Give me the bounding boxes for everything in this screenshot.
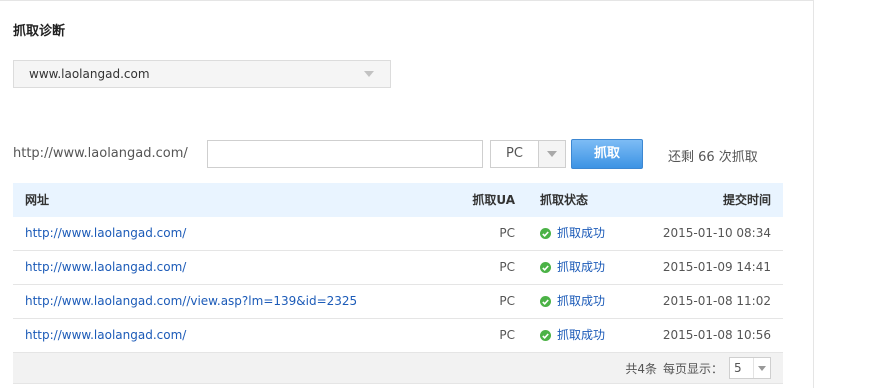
row-time: 2015-01-10 08:34 xyxy=(662,226,771,240)
total-count: 共4条 xyxy=(625,361,657,376)
ua-select[interactable]: PC xyxy=(490,140,566,168)
remaining-quota: 还剩 66 次抓取 xyxy=(668,150,758,165)
header-ua: 抓取UA xyxy=(472,193,515,207)
header-status: 抓取状态 xyxy=(540,193,589,207)
header-time: 提交时间 xyxy=(722,193,771,207)
row-time: 2015-01-09 14:41 xyxy=(662,260,771,274)
row-ua: PC xyxy=(499,328,515,342)
pager: 共4条 每页显示： 5 xyxy=(625,357,771,379)
check-circle-icon xyxy=(540,228,551,239)
row-url-link[interactable]: http://www.laolangad.com/ xyxy=(25,251,186,284)
row-status: 抓取成功 xyxy=(540,251,605,284)
row-url-link[interactable]: http://www.laolangad.com//view.asp?lm=13… xyxy=(25,285,357,318)
content-right-border xyxy=(813,0,814,388)
ua-select-value: PC xyxy=(491,141,539,167)
table-row: http://www.laolangad.com/ PC 抓取成功 2015-0… xyxy=(13,251,783,285)
row-url-link[interactable]: http://www.laolangad.com/ xyxy=(25,319,186,352)
fetch-history-table: 网址 抓取UA 抓取状态 提交时间 http://www.laolangad.c… xyxy=(13,183,783,384)
table-row: http://www.laolangad.com/ PC 抓取成功 2015-0… xyxy=(13,319,783,353)
chevron-down-icon xyxy=(364,71,374,77)
check-circle-icon xyxy=(540,330,551,341)
per-page-value: 5 xyxy=(734,361,742,375)
table-row: http://www.laolangad.com//view.asp?lm=13… xyxy=(13,285,783,319)
site-select[interactable]: www.laolangad.com xyxy=(13,60,391,88)
per-page-label: 每页显示： xyxy=(662,361,723,376)
check-circle-icon xyxy=(540,296,551,307)
table-row: http://www.laolangad.com/ PC 抓取成功 2015-0… xyxy=(13,217,783,251)
table-footer: 共4条 每页显示： 5 xyxy=(13,353,783,384)
per-page-select[interactable]: 5 xyxy=(729,357,771,379)
row-status: 抓取成功 xyxy=(540,319,605,352)
top-divider xyxy=(0,0,813,1)
per-page-toggle[interactable] xyxy=(753,358,770,378)
page-title: 抓取诊断 xyxy=(13,24,66,39)
row-ua: PC xyxy=(499,260,515,274)
url-path-input[interactable] xyxy=(207,140,483,168)
row-ua: PC xyxy=(499,294,515,308)
row-status-link[interactable]: 抓取成功 xyxy=(557,285,605,318)
site-select-value: www.laolangad.com xyxy=(29,67,150,81)
row-ua: PC xyxy=(499,226,515,240)
row-url-link[interactable]: http://www.laolangad.com/ xyxy=(25,217,186,250)
check-circle-icon xyxy=(540,262,551,273)
url-prefix: http://www.laolangad.com/ xyxy=(13,146,188,161)
chevron-down-icon xyxy=(547,151,557,157)
chevron-down-icon xyxy=(758,365,766,371)
header-url: 网址 xyxy=(25,193,50,207)
row-status: 抓取成功 xyxy=(540,285,605,318)
table-header: 网址 抓取UA 抓取状态 提交时间 xyxy=(13,183,783,217)
row-status-link[interactable]: 抓取成功 xyxy=(557,217,605,250)
row-time: 2015-01-08 10:56 xyxy=(662,328,771,342)
ua-select-toggle[interactable] xyxy=(539,141,565,167)
row-status-link[interactable]: 抓取成功 xyxy=(557,251,605,284)
row-time: 2015-01-08 11:02 xyxy=(662,294,771,308)
row-status: 抓取成功 xyxy=(540,217,605,250)
row-status-link[interactable]: 抓取成功 xyxy=(557,319,605,352)
fetch-button[interactable]: 抓取 xyxy=(571,139,643,169)
